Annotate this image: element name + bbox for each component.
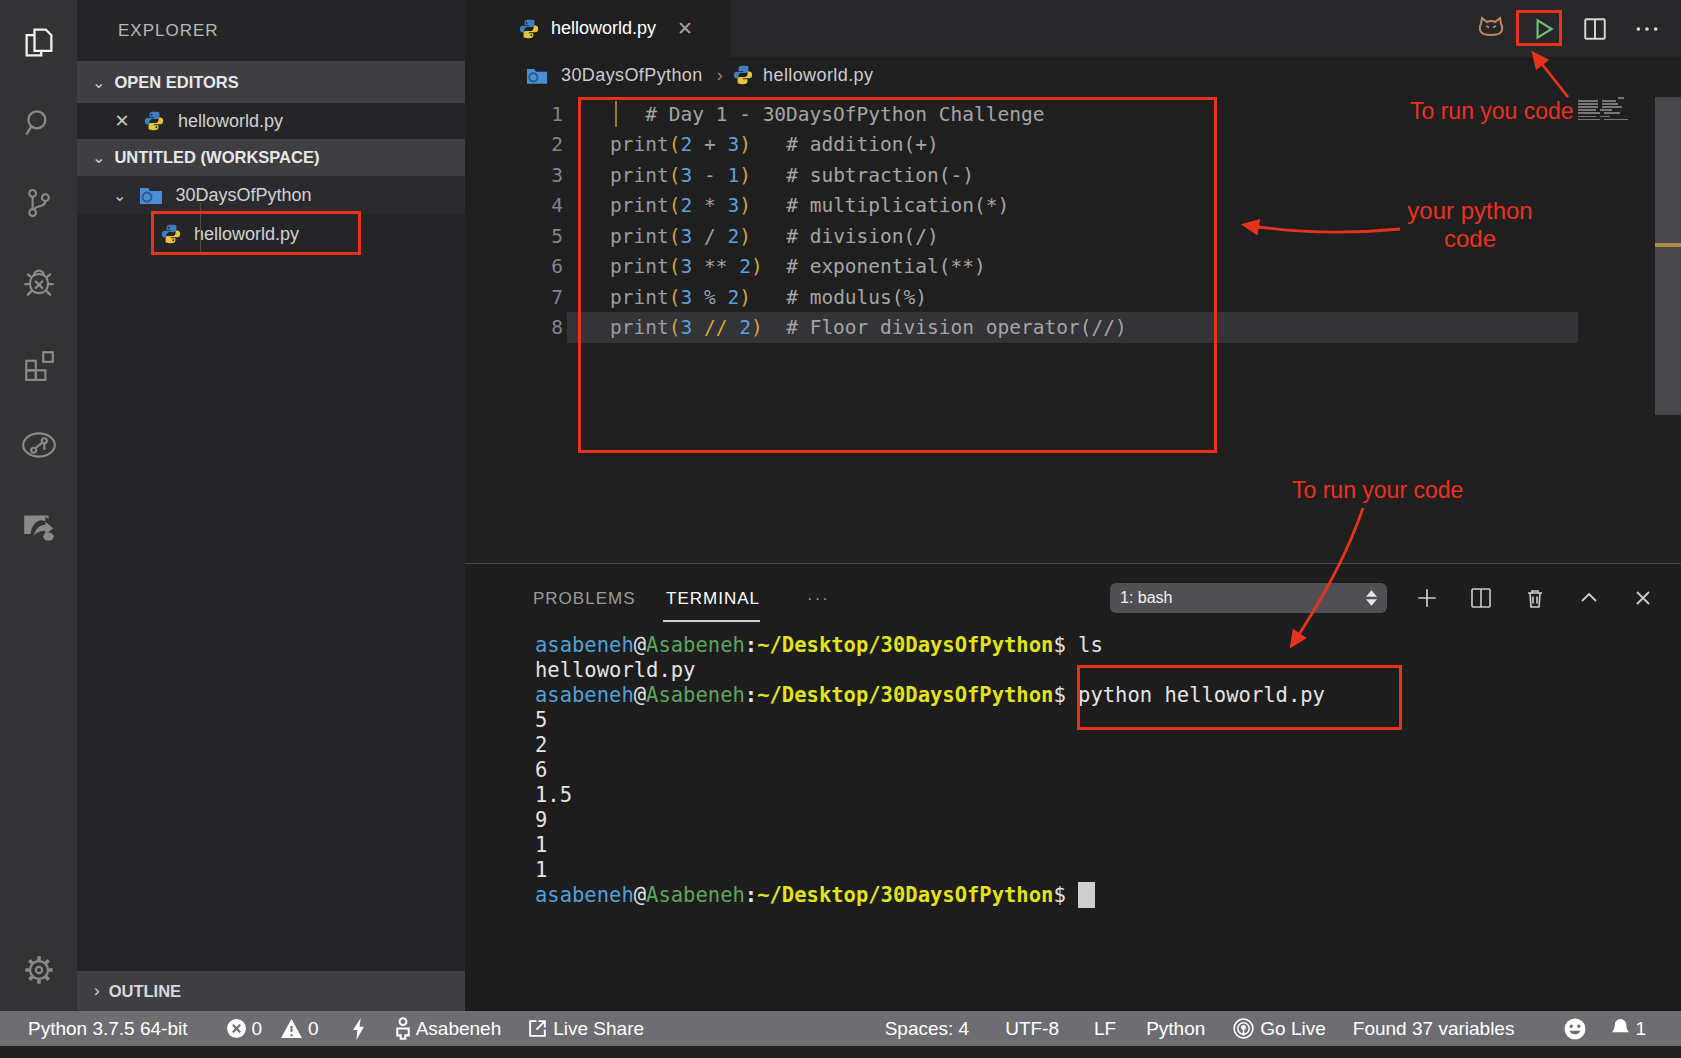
feedback-smiley-icon[interactable] (1564, 1018, 1586, 1040)
terminal-line: 1 (535, 833, 547, 858)
activity-bar (0, 0, 77, 1011)
annotation-your-python-code: your pythoncode (1370, 197, 1570, 253)
scrollbar-marker (1655, 243, 1681, 247)
tab-terminal[interactable]: TERMINAL (666, 589, 760, 609)
annotation-box-sidebar-file (151, 211, 361, 255)
settings-gear-icon[interactable] (0, 935, 77, 1005)
bell-icon (1611, 1018, 1630, 1039)
terminal-cursor (1078, 882, 1095, 908)
tab-helloworld[interactable]: helloworld.py ✕ (465, 0, 730, 57)
close-icon[interactable]: ✕ (113, 110, 131, 132)
close-icon[interactable]: ✕ (676, 17, 694, 40)
terminal-line: 5 (535, 708, 547, 733)
more-actions-icon[interactable] (1621, 0, 1673, 57)
maximize-panel-icon[interactable] (1562, 586, 1616, 610)
status-bar: Python 3.7.5 64-bit 0 0 Asabeneh Live Sh… (0, 1011, 1681, 1046)
breadcrumb-folder[interactable]: 30DaysOfPython (561, 65, 703, 86)
workspace-header[interactable]: ⌄ UNTITLED (WORKSPACE) (77, 139, 465, 176)
python-file-icon (732, 64, 754, 86)
open-editor-item[interactable]: ✕ helloworld.py (77, 103, 465, 139)
terminal-panel (465, 563, 1681, 1011)
annotation-run-top: To run you code (1410, 98, 1574, 125)
chevron-down-icon: ⌄ (113, 186, 126, 205)
live-share-status[interactable]: Live Share (527, 1018, 644, 1040)
folder-icon (526, 66, 548, 85)
notifications-status[interactable]: 1 (1611, 1018, 1646, 1040)
active-tab-underline (663, 620, 760, 622)
terminal-line: asabeneh@Asabeneh:~/Desktop/30DaysOfPyth… (535, 883, 1095, 908)
broadcast-icon (1232, 1017, 1255, 1040)
go-live-status[interactable]: Go Live (1232, 1017, 1325, 1040)
chevron-right-icon: › (717, 65, 723, 86)
test-explorer-icon[interactable] (0, 410, 77, 480)
tab-problems[interactable]: PROBLEMS (533, 589, 635, 609)
open-editor-filename: helloworld.py (178, 111, 283, 132)
chevron-down-icon: ⌄ (92, 148, 105, 167)
select-arrows-icon (1366, 590, 1377, 606)
breadcrumb-file[interactable]: helloworld.py (763, 65, 873, 86)
terminal-line: 1.5 (535, 783, 572, 808)
vscode-window: EXPLORER ⌄ OPEN EDITORS ✕ helloworld.py … (0, 0, 1681, 1058)
explorer-icon[interactable] (0, 8, 77, 78)
annotation-box-run-button (1516, 10, 1562, 46)
language-status[interactable]: Python (1146, 1018, 1205, 1040)
sidebar-title: EXPLORER (118, 21, 219, 41)
encoding-status[interactable]: UTF-8 (1005, 1018, 1059, 1040)
eol-status[interactable]: LF (1094, 1018, 1116, 1040)
split-editor-icon[interactable] (1569, 0, 1621, 57)
annotation-run-bottom: To run your code (1292, 477, 1463, 504)
annotation-box-terminal-command (1077, 665, 1402, 730)
source-control-icon[interactable] (0, 168, 77, 238)
terminal-line: helloworld.py (535, 658, 695, 683)
extensions-icon[interactable] (0, 330, 77, 400)
explorer-sidebar: EXPLORER ⌄ OPEN EDITORS ✕ helloworld.py … (77, 0, 465, 1011)
annotation-box-code (578, 97, 1217, 453)
scrollbar-thumb[interactable] (1655, 97, 1681, 415)
variables-status[interactable]: Found 37 variables (1353, 1018, 1515, 1040)
person-icon (395, 1017, 411, 1040)
user-status[interactable]: Asabeneh (395, 1017, 502, 1040)
panel-more-icon[interactable]: ··· (807, 589, 830, 609)
chevron-down-icon: ⌄ (92, 73, 105, 92)
python-version-status[interactable]: Python 3.7.5 64-bit (28, 1018, 188, 1040)
chevron-right-icon: › (94, 981, 100, 1001)
shell-selector[interactable]: 1: bash (1110, 583, 1387, 613)
minimap[interactable] (1578, 97, 1642, 123)
outline-header[interactable]: › OUTLINE (77, 971, 465, 1011)
terminal-line: 9 (535, 808, 547, 833)
error-icon (226, 1018, 247, 1039)
python-file-icon (518, 18, 540, 40)
search-icon[interactable] (0, 88, 77, 158)
split-terminal-icon[interactable] (1454, 586, 1508, 610)
breadcrumb: 30DaysOfPython › helloworld.py (465, 57, 1681, 93)
terminal-line: 2 (535, 733, 547, 758)
tab-label: helloworld.py (551, 18, 656, 39)
live-share-icon[interactable] (0, 490, 77, 560)
warning-icon (280, 1018, 303, 1039)
problems-status[interactable]: 0 0 (226, 1018, 319, 1040)
close-panel-icon[interactable] (1616, 586, 1670, 610)
open-editors-header[interactable]: ⌄ OPEN EDITORS (77, 61, 465, 103)
folder-item-30daysofpython[interactable]: ⌄ 30DaysOfPython (77, 176, 465, 214)
lightning-status-icon[interactable] (350, 1017, 367, 1041)
debug-icon[interactable] (0, 248, 77, 318)
folder-icon (139, 185, 163, 205)
python-file-icon (143, 110, 165, 132)
terminal-line: 1 (535, 858, 547, 883)
terminal-line: asabeneh@Asabeneh:~/Desktop/30DaysOfPyth… (535, 633, 1103, 658)
folder-name: 30DaysOfPython (175, 185, 311, 206)
kill-terminal-icon[interactable] (1508, 586, 1562, 610)
share-icon (527, 1018, 548, 1039)
spaces-status[interactable]: Spaces: 4 (885, 1018, 970, 1040)
editor-tab-bar: helloworld.py ✕ (465, 0, 1681, 57)
cat-icon[interactable] (1465, 0, 1517, 57)
new-terminal-icon[interactable] (1400, 585, 1454, 611)
terminal-line: 6 (535, 758, 547, 783)
